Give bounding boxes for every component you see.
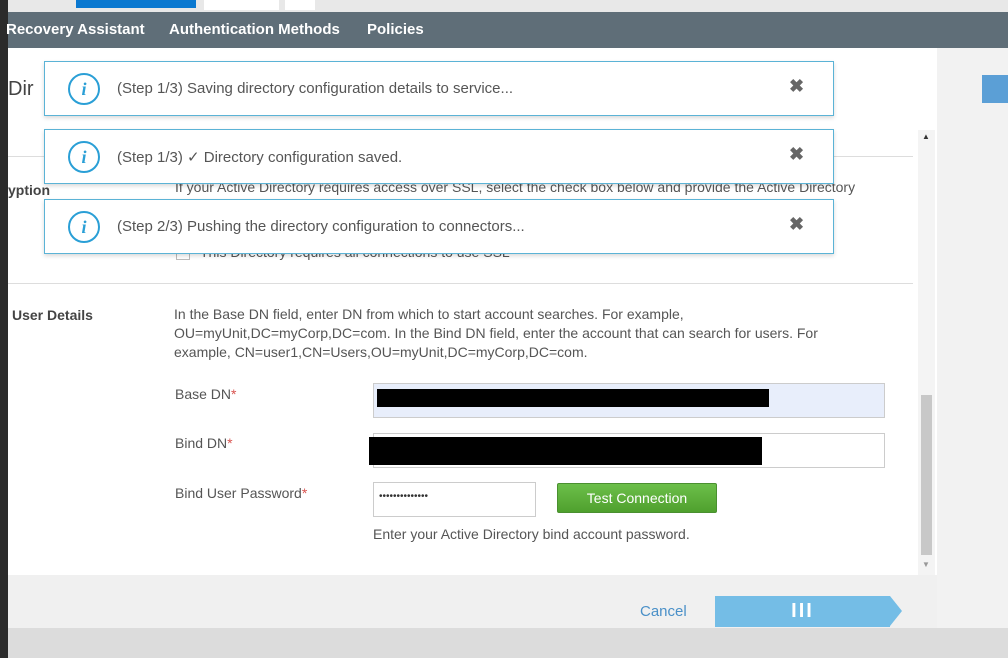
divider — [8, 283, 913, 284]
bind-dn-label: Bind DN* — [175, 435, 233, 451]
info-icon: i — [68, 141, 100, 173]
bind-password-label: Bind User Password* — [175, 485, 308, 501]
bind-dn-input[interactable] — [369, 433, 885, 468]
tab[interactable] — [204, 0, 279, 10]
redacted-value — [369, 437, 762, 465]
info-icon: i — [68, 211, 100, 243]
password-hint: Enter your Active Directory bind account… — [373, 526, 690, 542]
scroll-down-arrow-icon[interactable]: ▼ — [922, 560, 930, 569]
tab[interactable] — [285, 0, 315, 10]
nav-authentication-methods[interactable]: Authentication Methods — [169, 21, 340, 38]
active-tab-indicator[interactable] — [76, 0, 196, 8]
base-dn-label: Base DN* — [175, 386, 237, 402]
user-details-description: In the Base DN field, enter DN from whic… — [174, 306, 818, 360]
directory-modal: Dir yption If your Active Directory requ… — [8, 48, 937, 575]
info-icon: i — [68, 73, 100, 105]
scroll-up-arrow-icon[interactable]: ▲ — [922, 132, 930, 141]
test-connection-button[interactable]: Test Connection — [557, 483, 717, 513]
background-button[interactable] — [982, 75, 1008, 103]
nav-policies[interactable]: Policies — [367, 21, 424, 38]
top-nav: Recovery Assistant Authentication Method… — [6, 12, 1008, 48]
modal-footer: Cancel III — [8, 575, 937, 628]
background-page — [937, 48, 1008, 628]
page-bottom — [8, 628, 1008, 658]
scrollbar-thumb[interactable] — [921, 395, 932, 555]
close-icon[interactable]: ✖ — [789, 76, 804, 97]
browser-tab-strip — [8, 0, 1008, 12]
encryption-label: yption — [8, 182, 50, 198]
redacted-value — [377, 389, 769, 407]
next-arrow-icon — [890, 596, 902, 626]
toast-message: (Step 2/3) Pushing the directory configu… — [117, 218, 525, 235]
cancel-button[interactable]: Cancel — [640, 603, 687, 620]
close-icon[interactable]: ✖ — [789, 214, 804, 235]
toast-notification: i (Step 2/3) Pushing the directory confi… — [44, 199, 834, 254]
toast-notification: i (Step 1/3) ✓ Directory configuration s… — [44, 129, 834, 184]
modal-title: Dir — [8, 78, 34, 100]
scrollbar[interactable]: ▲ ▼ — [918, 130, 935, 575]
nav-recovery-assistant[interactable]: Recovery Assistant — [6, 21, 145, 38]
toast-message: (Step 1/3) ✓ Directory configuration sav… — [117, 149, 403, 166]
next-button-loading[interactable]: III — [715, 596, 890, 627]
toast-notification: i (Step 1/3) Saving directory configurat… — [44, 61, 834, 116]
close-icon[interactable]: ✖ — [789, 144, 804, 165]
toast-message: (Step 1/3) Saving directory configuratio… — [117, 80, 514, 97]
bind-password-input[interactable]: •••••••••••••• — [373, 482, 536, 517]
user-details-label: User Details — [12, 307, 93, 323]
base-dn-input[interactable] — [373, 383, 885, 418]
